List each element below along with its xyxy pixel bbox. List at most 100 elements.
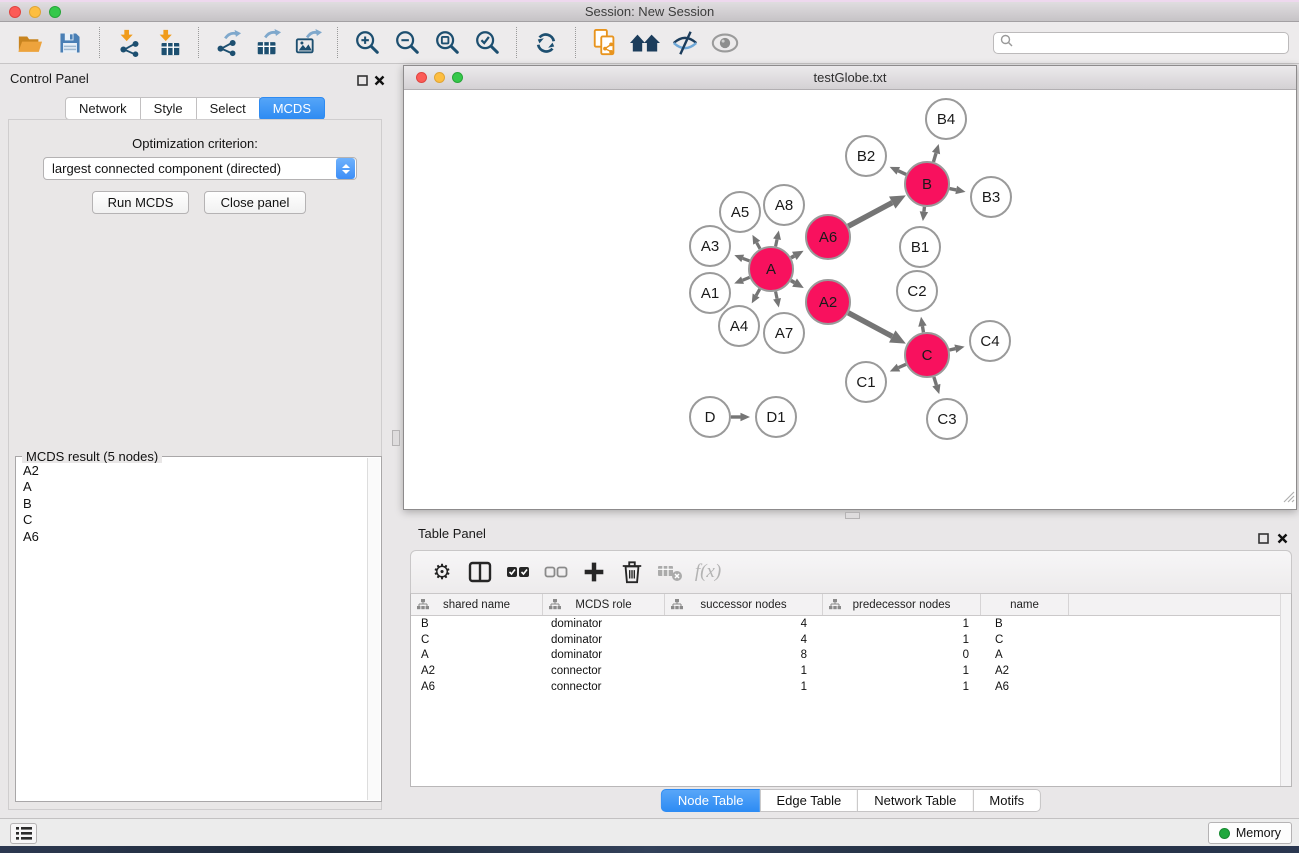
network-window-titlebar[interactable]: testGlobe.txt [404,66,1296,90]
vertical-divider-handle[interactable] [392,430,400,446]
column-visibility-icon[interactable] [461,551,499,593]
tab-motifs[interactable]: Motifs [972,789,1041,812]
graph-node-B1[interactable]: B1 [900,227,940,267]
table-row[interactable]: Cdominator41C [411,632,1291,648]
table-scrollbar[interactable] [1280,594,1291,786]
column-header-shared-name[interactable]: shared name [411,594,543,615]
graph-node-C[interactable]: C [905,333,949,377]
control-tab-style[interactable]: Style [140,97,197,120]
import-table-icon[interactable] [154,27,184,59]
close-panel-icon[interactable] [1277,531,1288,549]
network-minimize-button[interactable] [434,72,445,83]
hide-graphics-icon[interactable] [670,27,700,59]
network-canvas[interactable]: A A1 A2 A3 A4 A5 A6 A7 A8 B B1 B2 B3B4 C C1 C2 C3C4 D D1 [404,90,1296,509]
mcds-result-item[interactable]: A [17,479,366,495]
toolbar-separator [575,27,576,58]
zoom-fit-icon[interactable] [432,27,462,59]
graph-node-C4[interactable]: C4 [970,321,1010,361]
cell-MCDS-role: connector [543,665,665,677]
criterion-dropdown[interactable]: largest connected component (directed) [43,157,357,180]
zoom-window-button[interactable] [49,6,61,18]
select-all-check-icon[interactable] [499,551,537,593]
tab-node-table[interactable]: Node Table [661,789,761,812]
graph-node-A2[interactable]: A2 [806,280,850,324]
export-image-icon[interactable] [293,27,323,59]
table-row[interactable]: A2connector11A2 [411,663,1291,679]
import-network-icon[interactable] [114,27,144,59]
mcds-result-title: MCDS result (5 nodes) [22,449,162,464]
mcds-list-scrollbar[interactable] [367,458,380,800]
search-input[interactable] [1017,36,1282,50]
run-mcds-button[interactable]: Run MCDS [92,191,189,214]
add-column-icon[interactable] [575,551,613,593]
control-tab-mcds[interactable]: MCDS [259,97,325,120]
tab-network-table[interactable]: Network Table [857,789,973,812]
horizontal-divider-handle[interactable] [845,512,860,519]
graph-node-B[interactable]: B [905,162,949,206]
column-header-predecessor-nodes[interactable]: predecessor nodes [823,594,981,615]
show-graphics-details-icon[interactable] [710,27,740,59]
export-table-icon[interactable] [253,27,283,59]
clone-network-icon[interactable] [590,27,620,59]
float-panel-icon[interactable] [1258,531,1269,549]
float-panel-icon[interactable] [357,73,368,91]
graph-node-D[interactable]: D [690,397,730,437]
open-session-icon[interactable] [15,27,45,59]
graph-node-A8[interactable]: A8 [764,185,804,225]
zoom-out-icon[interactable] [392,27,422,59]
memory-button[interactable]: Memory [1208,822,1292,844]
deselect-all-icon[interactable] [537,551,575,593]
zoom-in-icon[interactable] [352,27,382,59]
graph-node-A7[interactable]: A7 [764,313,804,353]
graph-node-B4[interactable]: B4 [926,99,966,139]
control-tab-network[interactable]: Network [65,97,141,120]
search-field[interactable] [993,32,1289,54]
graph-node-A3[interactable]: A3 [690,226,730,266]
search-icon [1000,34,1013,52]
network-zoom-button[interactable] [452,72,463,83]
network-window-traffic-lights [416,72,463,83]
graph-node-D1[interactable]: D1 [756,397,796,437]
refresh-layout-icon[interactable] [531,27,561,59]
titlebar: Session: New Session [0,0,1299,22]
graph-node-B2[interactable]: B2 [846,136,886,176]
graph-node-C1[interactable]: C1 [846,362,886,402]
column-header-MCDS-role[interactable]: MCDS role [543,594,665,615]
zoom-selected-icon[interactable] [472,27,502,59]
column-header-successor-nodes[interactable]: successor nodes [665,594,823,615]
close-window-button[interactable] [9,6,21,18]
table-row[interactable]: A6connector11A6 [411,679,1291,695]
resize-grip-icon[interactable] [1283,490,1295,508]
function-builder-icon[interactable]: f(x) [689,551,727,593]
close-panel-icon[interactable] [374,73,385,91]
column-header-name[interactable]: name [981,594,1069,615]
mcds-result-item[interactable]: B [17,496,366,512]
control-tab-select[interactable]: Select [196,97,260,120]
delete-table-icon[interactable] [651,551,689,593]
graph-edge-A-A8 [776,239,777,246]
save-session-icon[interactable] [55,27,85,59]
graph-node-C3[interactable]: C3 [927,399,967,439]
graph-node-A1[interactable]: A1 [690,273,730,313]
table-row[interactable]: Bdominator41B [411,616,1291,632]
close-panel-button[interactable]: Close panel [204,191,306,214]
tab-edge-table[interactable]: Edge Table [759,789,858,812]
mcds-result-item[interactable]: A6 [17,529,366,545]
graph-node-A4[interactable]: A4 [719,306,759,346]
table-row[interactable]: Adominator80A [411,648,1291,664]
table-settings-gear-icon[interactable]: ⚙ [423,551,461,593]
network-close-button[interactable] [416,72,427,83]
task-history-button[interactable] [10,823,37,844]
graph-node-B3[interactable]: B3 [971,177,1011,217]
graph-node-C2[interactable]: C2 [897,271,937,311]
mcds-result-item[interactable]: C [17,512,366,528]
minimize-window-button[interactable] [29,6,41,18]
home-hierarchy-icon[interactable] [630,27,660,59]
delete-column-icon[interactable] [613,551,651,593]
graph-node-A6[interactable]: A6 [806,215,850,259]
memory-label: Memory [1236,826,1281,840]
export-network-icon[interactable] [213,27,243,59]
graph-node-A5[interactable]: A5 [720,192,760,232]
graph-node-A[interactable]: A [749,247,793,291]
mcds-result-item[interactable]: A2 [17,463,366,479]
